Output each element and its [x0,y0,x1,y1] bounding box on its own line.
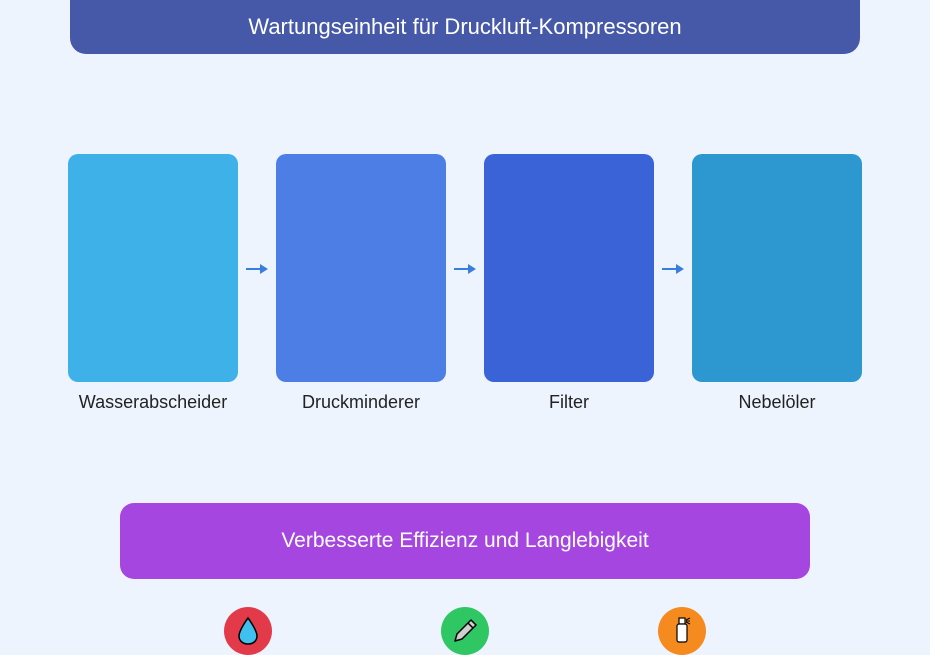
flow-box [692,154,862,382]
wrench-icon [441,607,489,655]
flow-label: Wasserabscheider [79,392,227,413]
arrow-icon [662,261,684,277]
flow-box [68,154,238,382]
drop-icon [224,607,272,655]
result-title-bar: Verbesserte Effizienz und Langlebigkeit [120,503,810,579]
flow-item-filter: Filter [484,154,654,413]
result-title: Verbesserte Effizienz und Langlebigkeit [281,529,648,552]
flow-item-nebeloeler: Nebelöler [692,154,862,413]
flow-label: Filter [549,392,589,413]
header-title: Wartungseinheit für Druckluft-Kompressor… [248,14,681,39]
flow-box [276,154,446,382]
flow-item-druckminderer: Druckminderer [276,154,446,413]
header-title-bar: Wartungseinheit für Druckluft-Kompressor… [70,0,860,54]
flow-label: Nebelöler [738,392,815,413]
process-flow: Wasserabscheider Druckminderer Filter Ne… [0,154,930,413]
flow-item-wasserabscheider: Wasserabscheider [68,154,238,413]
arrow-icon [454,261,476,277]
benefit-icons-row [140,607,790,655]
flow-box [484,154,654,382]
spray-icon [658,607,706,655]
arrow-icon [246,261,268,277]
flow-label: Druckminderer [302,392,420,413]
